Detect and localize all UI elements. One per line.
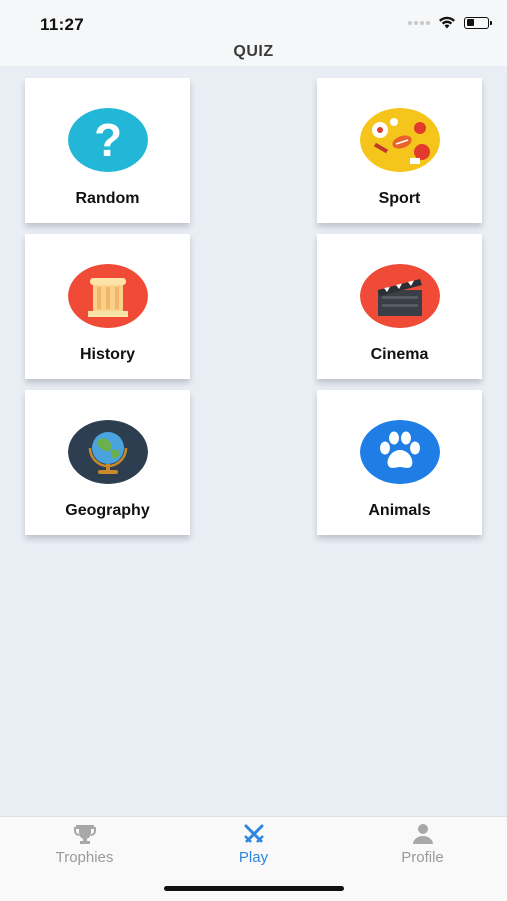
category-label: Sport [378, 190, 421, 207]
category-card-sport[interactable]: Sport [317, 78, 482, 223]
category-card-animals[interactable]: Animals [317, 390, 482, 535]
tab-play[interactable]: Play [169, 817, 338, 877]
wifi-icon [439, 16, 455, 29]
nav-bar: QUIZ [0, 43, 507, 66]
cellular-signal-icon [408, 20, 430, 25]
svg-text:?: ? [94, 114, 122, 166]
category-label: Geography [65, 502, 150, 519]
tab-label: Play [238, 849, 269, 866]
trophy-icon [74, 825, 96, 844]
tab-label: Trophies [55, 849, 114, 866]
column-icon [68, 264, 148, 328]
category-label: Cinema [370, 346, 429, 363]
category-label: History [79, 346, 136, 363]
status-bar: 11:27 [0, 0, 507, 44]
battery-icon [464, 16, 492, 29]
category-label: Random [75, 190, 140, 207]
category-card-cinema[interactable]: Cinema [317, 234, 482, 379]
person-icon [413, 824, 433, 844]
question-mark-icon: ? [68, 108, 148, 172]
category-grid: ? Random Sport History Cinema Geography … [0, 66, 507, 816]
category-card-random[interactable]: ? Random [25, 78, 190, 223]
page-title: QUIZ [233, 43, 274, 60]
clapperboard-icon [360, 264, 440, 328]
category-card-history[interactable]: History [25, 234, 190, 379]
status-time: 11:27 [40, 15, 85, 34]
paw-icon [360, 420, 440, 484]
status-icons [408, 16, 492, 29]
category-card-geography[interactable]: Geography [25, 390, 190, 535]
crossed-swords-icon [244, 824, 264, 843]
category-label: Animals [368, 502, 431, 519]
globe-icon [68, 420, 148, 484]
tab-trophies[interactable]: Trophies [0, 817, 169, 877]
sports-balls-icon [360, 108, 440, 172]
tab-profile[interactable]: Profile [338, 817, 507, 877]
tab-label: Profile [401, 849, 444, 866]
home-indicator[interactable] [164, 886, 344, 891]
